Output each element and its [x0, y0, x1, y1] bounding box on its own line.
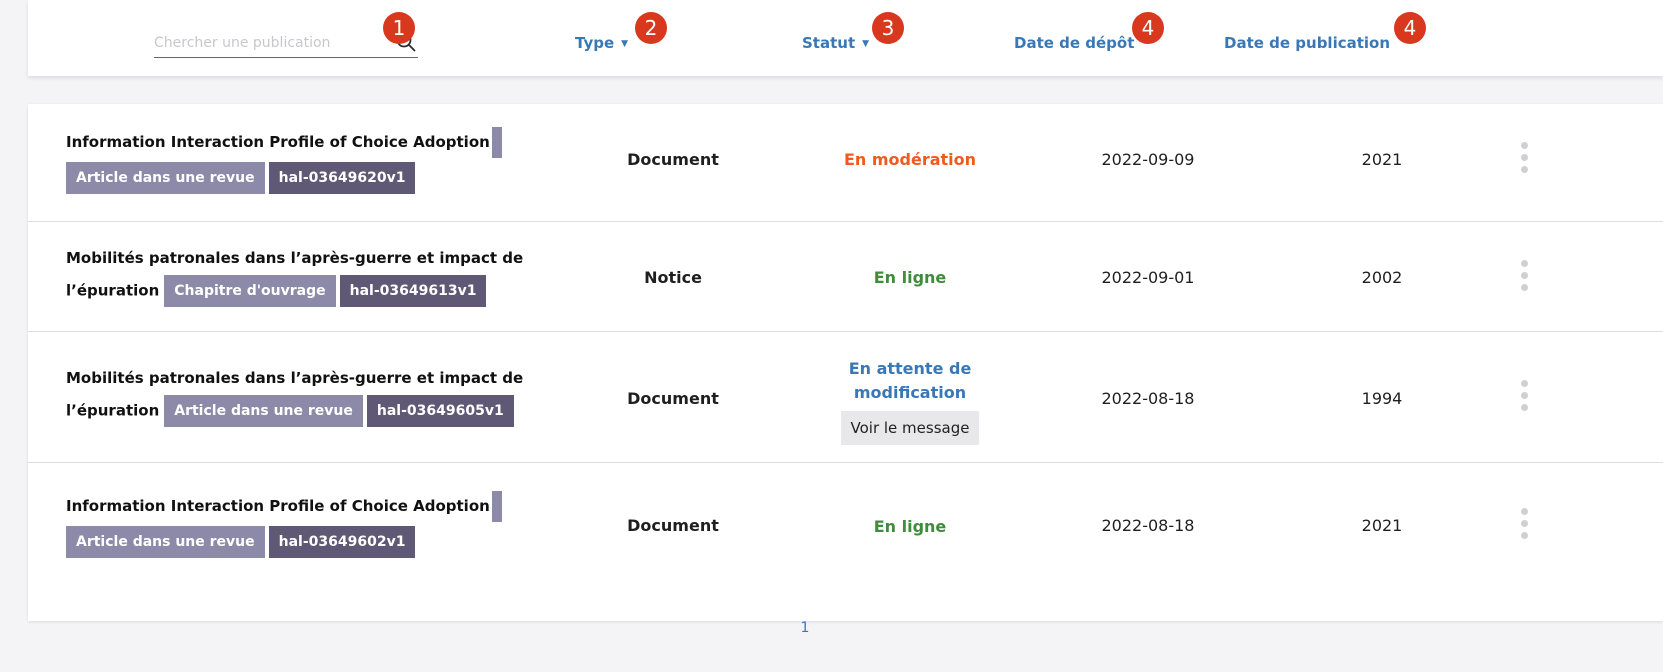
- publication-type: Document: [627, 389, 719, 408]
- publication-title-cell: Mobilités patronales dans l’après-guerre…: [66, 246, 536, 307]
- publication-title-continued[interactable]: l’épuration: [66, 402, 159, 420]
- publication-year: 2021: [1361, 150, 1403, 169]
- table-row[interactable]: Mobilités patronales dans l’après-guerre…: [28, 222, 1663, 332]
- status-text: En attente de: [848, 359, 972, 378]
- publication-title[interactable]: Mobilités patronales dans l’après-guerre…: [66, 366, 536, 391]
- doc-type-tag[interactable]: Article dans une revue: [66, 526, 265, 558]
- publication-title[interactable]: Information Interaction Profile of Choic…: [66, 491, 536, 522]
- publication-title[interactable]: Information Interaction Profile of Choic…: [66, 127, 536, 158]
- table-row[interactable]: Mobilités patronales dans l’après-guerre…: [28, 332, 1663, 463]
- caret-down-icon: ▼: [621, 39, 629, 49]
- more-options-icon[interactable]: [1514, 260, 1534, 296]
- column-header-type[interactable]: Type ▼: [575, 34, 628, 52]
- doc-type-tag[interactable]: Article dans une revue: [66, 162, 265, 194]
- publication-title-text: Information Interaction Profile of Choic…: [66, 497, 490, 515]
- deposit-date: 2022-09-09: [1101, 150, 1195, 169]
- annotation-badge-3: 3: [872, 12, 904, 44]
- hal-id-tag[interactable]: hal-03649613v1: [339, 275, 487, 307]
- deposit-date: 2022-08-18: [1101, 516, 1195, 535]
- status-cell: En attente de modification Voir le messa…: [810, 357, 1010, 445]
- status-text: En ligne: [873, 517, 947, 536]
- search-input[interactable]: [154, 32, 384, 54]
- caret-down-icon: ▼: [862, 39, 870, 49]
- more-options-icon[interactable]: [1514, 380, 1534, 416]
- status-text: En ligne: [873, 268, 947, 287]
- title-marker: [491, 127, 502, 158]
- column-header-status[interactable]: Statut ▼: [802, 34, 869, 52]
- publication-title-cell: Mobilités patronales dans l’après-guerre…: [66, 366, 536, 427]
- more-options-icon[interactable]: [1514, 142, 1534, 178]
- annotation-badge-4: 4: [1394, 12, 1426, 44]
- publication-title[interactable]: Mobilités patronales dans l’après-guerre…: [66, 246, 536, 271]
- table-row[interactable]: Information Interaction Profile of Choic…: [28, 104, 1663, 222]
- publication-title-cell: Information Interaction Profile of Choic…: [66, 127, 536, 194]
- search-box: [154, 28, 418, 58]
- publication-title-cell: Information Interaction Profile of Choic…: [66, 491, 536, 558]
- column-header-status-label: Statut: [802, 34, 856, 52]
- column-header-publication-date[interactable]: Date de publication: [1224, 34, 1390, 52]
- publication-title-continued[interactable]: l’épuration: [66, 282, 159, 300]
- publication-type: Notice: [644, 268, 702, 287]
- publication-title-text: Information Interaction Profile of Choic…: [66, 133, 490, 151]
- doc-type-tag[interactable]: Article dans une revue: [164, 395, 363, 427]
- deposit-date: 2022-08-18: [1101, 389, 1195, 408]
- pagination-page[interactable]: 1: [790, 620, 820, 636]
- status-text: En modération: [843, 150, 977, 169]
- publication-year: 2002: [1361, 268, 1403, 287]
- publication-type: Document: [627, 516, 719, 535]
- publication-year: 2021: [1361, 516, 1403, 535]
- annotation-badge-1: 1: [383, 12, 415, 44]
- more-options-icon[interactable]: [1514, 508, 1534, 544]
- publication-year: 1994: [1361, 389, 1403, 408]
- hal-id-tag[interactable]: hal-03649605v1: [366, 395, 514, 427]
- hal-id-tag[interactable]: hal-03649620v1: [268, 162, 416, 194]
- title-marker: [491, 491, 502, 522]
- annotation-badge-2: 2: [635, 12, 667, 44]
- publication-list: Information Interaction Profile of Choic…: [28, 104, 1663, 621]
- annotation-badge-4: 4: [1132, 12, 1164, 44]
- column-header-type-label: Type: [575, 34, 615, 52]
- column-header-deposit-date[interactable]: Date de dépôt: [1014, 34, 1134, 52]
- table-row[interactable]: Information Interaction Profile of Choic…: [28, 463, 1663, 586]
- publication-type: Document: [627, 150, 719, 169]
- doc-type-tag[interactable]: Chapitre d'ouvrage: [164, 275, 336, 307]
- status-text-continued: modification: [853, 383, 967, 402]
- deposit-date: 2022-09-01: [1101, 268, 1195, 287]
- hal-id-tag[interactable]: hal-03649602v1: [268, 526, 416, 558]
- view-message-button[interactable]: Voir le message: [840, 411, 980, 445]
- publications-page: Type ▼ Statut ▼ Date de dépôt Date de publ…: [0, 0, 1663, 672]
